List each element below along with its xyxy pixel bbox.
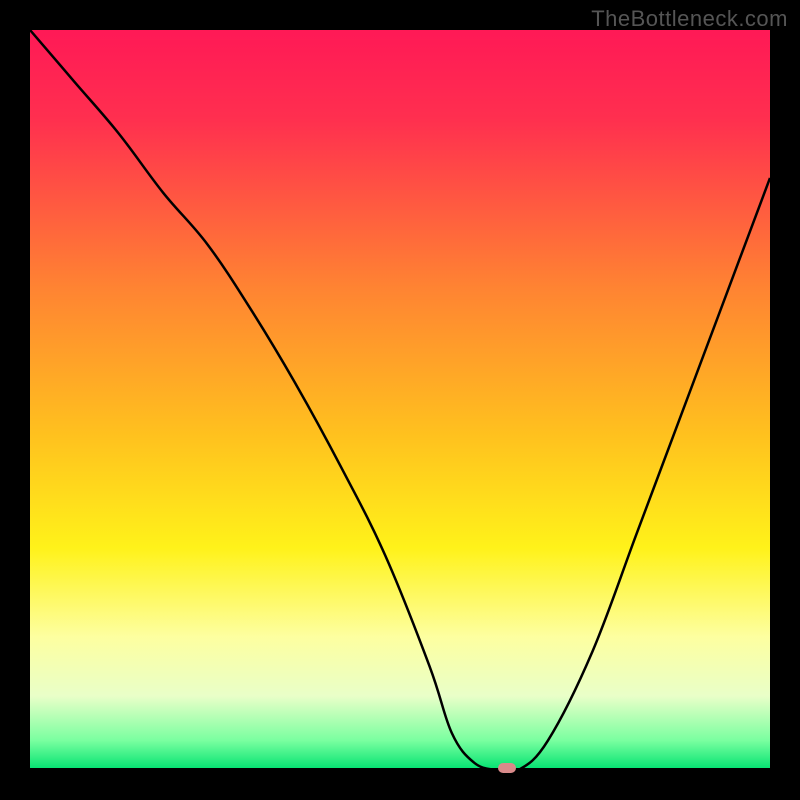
plot-area bbox=[30, 30, 770, 770]
curve-layer bbox=[30, 30, 770, 770]
bottleneck-curve-line bbox=[30, 30, 770, 770]
optimal-marker bbox=[498, 763, 516, 773]
watermark-text: TheBottleneck.com bbox=[591, 6, 788, 32]
